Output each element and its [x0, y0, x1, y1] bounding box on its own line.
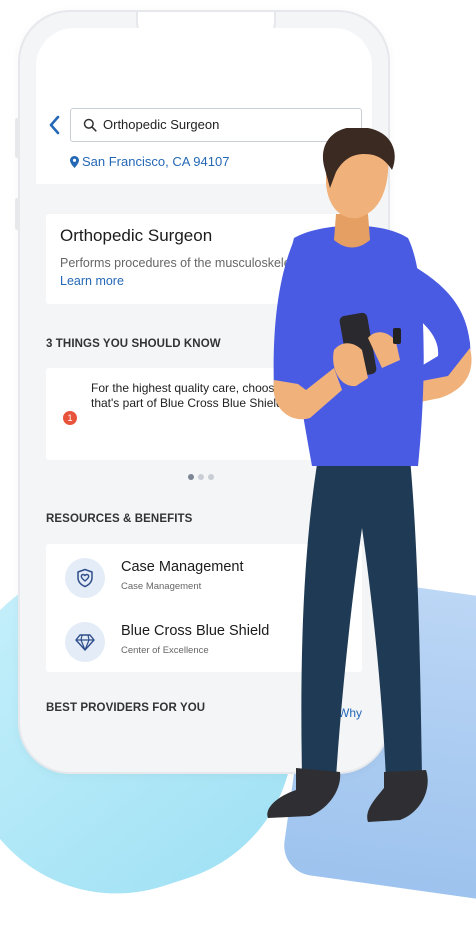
- location-link[interactable]: San Francisco, CA 94107: [70, 154, 229, 169]
- person-legs: [301, 458, 422, 780]
- back-button[interactable]: [46, 114, 64, 136]
- specialty-title: Orthopedic Surgeon: [60, 226, 213, 245]
- number-badge: 1: [63, 411, 77, 425]
- resource-title: Case Management: [121, 559, 244, 575]
- location-text: San Francisco, CA 94107: [82, 154, 230, 169]
- diamond-icon: [75, 634, 95, 651]
- search-query: Orthopedic Surgeon: [103, 117, 220, 132]
- chevron-left-icon: [49, 115, 60, 135]
- carousel-dot[interactable]: [188, 474, 194, 480]
- person-shoe-right: [367, 770, 428, 822]
- learn-more-link[interactable]: Learn more: [60, 274, 124, 288]
- search-icon: [83, 118, 97, 132]
- resource-icon-badge: [65, 558, 105, 598]
- resource-subtitle: Center of Excellence: [121, 645, 209, 656]
- person-illustration: [267, 128, 472, 822]
- resource-title: Blue Cross Blue Shield: [121, 623, 270, 639]
- location-pin-icon: [70, 155, 79, 168]
- providers-heading: BEST PROVIDERS FOR YOU: [46, 702, 206, 714]
- things-to-know-heading: 3 THINGS YOU SHOULD KNOW: [46, 338, 221, 350]
- person-shoe-left: [267, 768, 341, 818]
- carousel-dot[interactable]: [208, 474, 214, 480]
- resources-heading: RESOURCES & BENEFITS: [46, 513, 193, 525]
- resource-subtitle: Case Management: [121, 581, 202, 592]
- resource-icon-badge: [65, 622, 105, 662]
- carousel-dots[interactable]: [188, 474, 214, 480]
- phone-side-button: [15, 198, 20, 230]
- carousel-dot[interactable]: [198, 474, 204, 480]
- heart-shield-icon: [77, 568, 93, 588]
- phone-side-button: [15, 118, 20, 158]
